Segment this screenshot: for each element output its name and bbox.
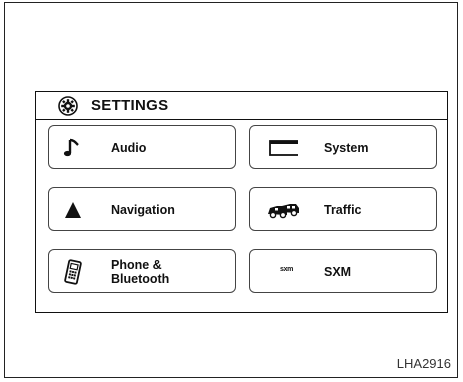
sxm-logo-icon: sxm (280, 266, 294, 273)
sxm-label: SXM (324, 265, 352, 279)
figure-code: LHA2916 (396, 356, 451, 371)
page-title: SETTINGS (91, 97, 169, 114)
system-button[interactable]: System (249, 125, 437, 169)
traffic-cars-icon (268, 204, 299, 219)
navigation-button[interactable]: Navigation (48, 187, 236, 231)
display-icon (269, 140, 298, 156)
traffic-label: Traffic (324, 203, 362, 217)
phone-label-line1: Phone & (111, 258, 162, 272)
navigation-label: Navigation (111, 203, 175, 217)
phone-icon (64, 259, 82, 285)
navigation-arrow-icon (65, 202, 81, 218)
sxm-button[interactable]: sxm SXM (249, 249, 437, 293)
traffic-button[interactable]: Traffic (249, 187, 437, 231)
phone-bluetooth-button[interactable]: Phone & Bluetooth (48, 249, 236, 293)
gear-icon (58, 96, 78, 116)
phone-label-line2: Bluetooth (111, 272, 170, 286)
settings-screen: SETTINGS Audio System Navigation Traffic… (35, 91, 448, 313)
phone-bluetooth-label: Phone & Bluetooth (111, 258, 169, 286)
music-note-icon (63, 138, 79, 157)
system-label: System (324, 141, 369, 155)
audio-button[interactable]: Audio (48, 125, 236, 169)
audio-label: Audio (111, 141, 147, 155)
title-bar: SETTINGS (36, 92, 447, 120)
figure-frame: SETTINGS Audio System Navigation Traffic… (4, 2, 458, 378)
